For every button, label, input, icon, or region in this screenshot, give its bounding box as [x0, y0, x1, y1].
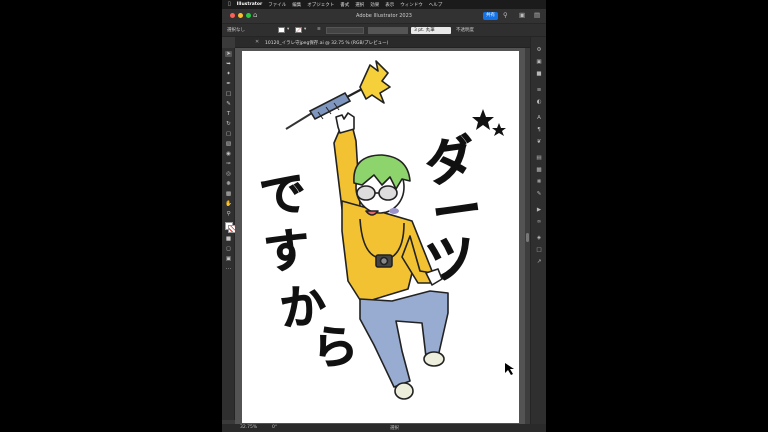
- links-panel-icon[interactable]: ∞: [535, 219, 543, 226]
- menu-edit[interactable]: 編集: [292, 2, 301, 8]
- star-decoration: [472, 109, 494, 130]
- stroke-weight-field[interactable]: [326, 27, 364, 34]
- star-decoration: [492, 123, 506, 136]
- menu-file[interactable]: ファイル: [268, 2, 286, 8]
- fill-stroke-selector[interactable]: [225, 222, 236, 233]
- menu-object[interactable]: オブジェクト: [307, 2, 334, 8]
- control-bar: 選択なし ▾ ▾ ≡ 3 pt. 丸筆 不透明度: [222, 24, 546, 37]
- selection-tool-icon[interactable]: ➤: [225, 51, 232, 57]
- artboard[interactable]: ダ ー ツ で す か ら: [242, 51, 519, 423]
- letter: で: [257, 166, 308, 225]
- eraser-tool-icon[interactable]: ▢: [225, 131, 232, 137]
- apple-icon[interactable]: : [228, 2, 231, 7]
- document-title: 10120_イラレ守jpeg保存.ai @ 32.75 % (RGB/プレビュー…: [265, 41, 389, 46]
- pen-tool-icon[interactable]: ✒: [225, 81, 232, 87]
- type-tool-icon[interactable]: T: [225, 111, 232, 117]
- export-panel-icon[interactable]: ↗: [535, 259, 543, 266]
- pathfinder-panel-icon[interactable]: ▩: [535, 167, 543, 174]
- libraries-panel-icon[interactable]: ▣: [535, 59, 543, 66]
- menu-bar:  Illustrator ファイル 編集 オブジェクト 書式 選択 効果 表示…: [222, 0, 546, 9]
- app-menu[interactable]: Illustrator: [237, 2, 263, 7]
- menu-help[interactable]: ヘルプ: [429, 2, 443, 8]
- hand-tool-icon[interactable]: ✋: [225, 201, 232, 207]
- blend-tool-icon[interactable]: ◎: [225, 171, 232, 177]
- brushes-panel-icon[interactable]: ✎: [535, 191, 543, 198]
- paintbrush-tool-icon[interactable]: ✎: [225, 101, 232, 107]
- menu-view[interactable]: 表示: [385, 2, 394, 8]
- direct-selection-tool-icon[interactable]: ➥: [225, 61, 232, 67]
- stroke-weight-icon[interactable]: ≡: [317, 27, 321, 32]
- scale-tool-icon[interactable]: ▧: [225, 141, 232, 147]
- status-mode: 選択: [390, 426, 399, 431]
- zoom-level[interactable]: 32.75%: [240, 425, 257, 430]
- status-bar: 32.75% 0° 選択: [222, 424, 546, 432]
- symbols-panel-icon[interactable]: ❋: [535, 179, 543, 186]
- illustration: ダ ー ツ で す か ら: [257, 60, 514, 400]
- shape-builder-icon[interactable]: ◉: [225, 151, 232, 157]
- rotation-value[interactable]: 0°: [272, 425, 277, 430]
- actions-panel-icon[interactable]: ▶: [535, 207, 543, 214]
- eyedropper-tool-icon[interactable]: ✑: [225, 161, 232, 167]
- stroke-swatch[interactable]: [295, 27, 302, 33]
- menu-select[interactable]: 選択: [355, 2, 364, 8]
- fill-dropdown-icon[interactable]: ▾: [287, 27, 289, 32]
- search-icon[interactable]: ⚲: [503, 11, 508, 19]
- screen-mode-icon[interactable]: ▣: [225, 256, 232, 262]
- glyphs-panel-icon[interactable]: ❦: [535, 139, 543, 146]
- opacity-label[interactable]: 不透明度: [456, 27, 474, 33]
- properties-panel-icon[interactable]: ⚙: [535, 47, 543, 54]
- zoom-tool-icon[interactable]: ⚲: [225, 211, 232, 217]
- paragraph-panel-icon[interactable]: ¶: [535, 127, 543, 134]
- align-panel-icon[interactable]: ▤: [535, 155, 543, 162]
- tools-panel: ➤ ➥ ✦ ✒ □ ✎ T ↻ ▢ ▧ ◉ ✑ ◎ ❋ ▩ ✋ ⚲ ■ ◻ ▣ …: [222, 48, 236, 420]
- artboards-panel-icon[interactable]: □: [535, 247, 543, 254]
- magic-wand-icon[interactable]: ✦: [225, 71, 232, 77]
- menu-effect[interactable]: 効果: [370, 2, 379, 8]
- panel-toggle-icon[interactable]: ▤: [534, 11, 540, 19]
- letter: ら: [309, 318, 360, 377]
- menu-type[interactable]: 書式: [340, 2, 349, 8]
- scrollbar-thumb[interactable]: [526, 233, 529, 242]
- character-panel-icon[interactable]: A: [535, 115, 543, 122]
- rotate-tool-icon[interactable]: ↻: [225, 121, 232, 127]
- rectangle-tool-icon[interactable]: □: [225, 91, 232, 97]
- fill-swatch[interactable]: [278, 27, 285, 33]
- menu-window[interactable]: ウィンドウ: [400, 2, 423, 8]
- stroke-panel-icon[interactable]: ≡: [535, 87, 543, 94]
- drawing-mode-icon[interactable]: ◻: [225, 246, 232, 252]
- panel-dock: ⚙ ▣ ■ ≡ ◐ A ¶ ❦ ▤ ▩ ❋ ✎ ▶ ∞ ◈ □ ↗: [530, 37, 546, 424]
- document-tab[interactable]: ✕ 10120_イラレ守jpeg保存.ai @ 32.75 % (RGB/プレビ…: [235, 37, 530, 48]
- brush-definition[interactable]: 3 pt. 丸筆: [411, 27, 451, 34]
- more-tools-icon[interactable]: ⋯: [225, 266, 232, 272]
- illustrator-window:  Illustrator ファイル 編集 オブジェクト 書式 選択 効果 表示…: [222, 0, 546, 432]
- symbol-sprayer-icon[interactable]: ❋: [225, 181, 232, 187]
- color-mode-icon[interactable]: ■: [225, 236, 232, 242]
- close-tab-icon[interactable]: ✕: [255, 39, 259, 45]
- canvas-area[interactable]: ダ ー ツ で す か ら: [235, 48, 530, 424]
- artboard-tool-icon[interactable]: ▩: [225, 191, 232, 197]
- transparency-panel-icon[interactable]: ◐: [535, 99, 543, 106]
- share-button[interactable]: 共有: [483, 12, 498, 20]
- layers-panel-icon[interactable]: ◈: [535, 235, 543, 242]
- variable-width-profile[interactable]: [368, 27, 408, 34]
- cursor-icon: [505, 363, 514, 375]
- letter: す: [261, 222, 312, 281]
- arrange-icon[interactable]: ▣: [519, 11, 525, 19]
- stroke-dropdown-icon[interactable]: ▾: [304, 27, 306, 32]
- title-bar: ⌂ Adobe Illustrator 2023 共有 ⚲ ▣ ▤: [222, 9, 546, 24]
- color-panel-icon[interactable]: ■: [535, 71, 543, 78]
- selection-status: 選択なし: [227, 28, 245, 33]
